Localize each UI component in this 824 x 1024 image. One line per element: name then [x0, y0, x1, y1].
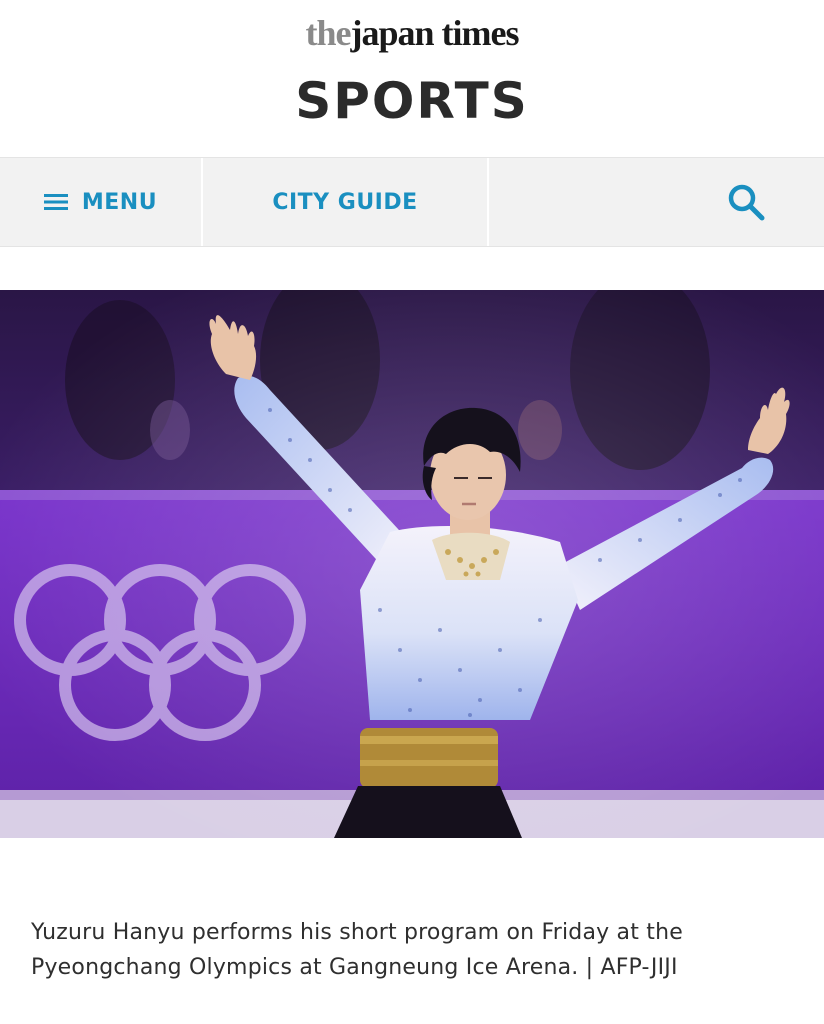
- hamburger-icon: [43, 194, 68, 210]
- logo-the: the: [305, 13, 352, 53]
- section-title: SPORTS: [295, 72, 529, 130]
- search-button[interactable]: [489, 158, 824, 246]
- menu-label: MENU: [81, 189, 158, 215]
- masthead: thejapan times SPORTS: [0, 0, 824, 157]
- city-guide-link[interactable]: CITY GUIDE: [203, 158, 489, 246]
- figure-skater-photo: [0, 290, 824, 838]
- article-photo: [0, 290, 824, 838]
- photo-caption: Yuzuru Hanyu performs his short program …: [31, 920, 683, 980]
- site-logo[interactable]: thejapan times: [0, 12, 824, 54]
- search-icon: [728, 184, 765, 221]
- menu-button[interactable]: MENU: [0, 158, 203, 246]
- city-guide-label: CITY GUIDE: [272, 189, 418, 215]
- nav-bar: MENU CITY GUIDE: [0, 157, 824, 247]
- logo-name: japan times: [350, 13, 520, 53]
